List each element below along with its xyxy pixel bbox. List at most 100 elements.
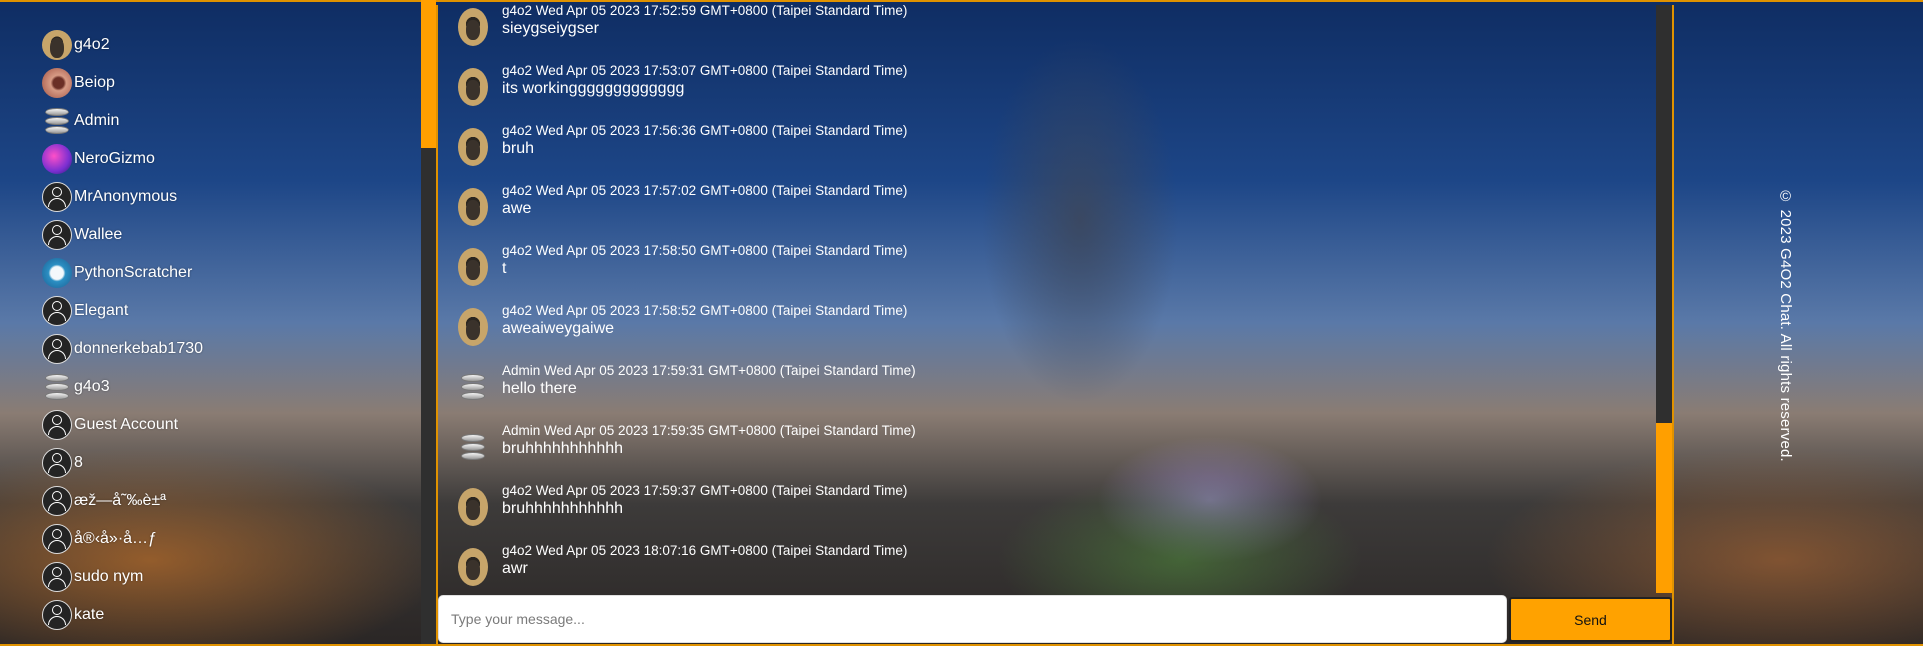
profile-photo-icon	[458, 308, 488, 346]
message-body: g4o2 Wed Apr 05 2023 17:57:02 GMT+0800 (…	[502, 183, 907, 219]
message-meta: g4o2 Wed Apr 05 2023 17:58:52 GMT+0800 (…	[502, 303, 908, 318]
user-sidebar: g4o2 Beiop Admin NeroGizmo MrAnonymous Wallee…	[0, 0, 421, 646]
user-name: g4o3	[74, 378, 110, 395]
message-meta: g4o2 Wed Apr 05 2023 17:56:36 GMT+0800 (…	[502, 123, 908, 138]
message-body: g4o2 Wed Apr 05 2023 17:58:52 GMT+0800 (…	[502, 303, 907, 339]
message-meta: Admin Wed Apr 05 2023 17:59:31 GMT+0800 …	[502, 363, 916, 378]
message-list: g4o2 Wed Apr 05 2023 17:52:59 GMT+0800 (…	[438, 5, 1658, 593]
database-icon	[42, 372, 72, 402]
profile-photo-icon	[458, 248, 488, 286]
profile-photo-icon	[458, 68, 488, 106]
chat-message: g4o2 Wed Apr 05 2023 17:58:52 GMT+0800 (…	[458, 303, 907, 346]
chat-panel: g4o2 Wed Apr 05 2023 17:52:59 GMT+0800 (…	[436, 5, 1674, 646]
user-name: æž—å˜‰è±ª	[74, 492, 167, 509]
user-name: Elegant	[74, 302, 129, 319]
user-list-item[interactable]: Guest Account	[42, 406, 203, 444]
user-name: MrAnonymous	[74, 188, 178, 205]
database-icon	[42, 106, 72, 136]
message-body: g4o2 Wed Apr 05 2023 17:52:59 GMT+0800 (…	[502, 5, 907, 39]
chat-message: Admin Wed Apr 05 2023 17:59:35 GMT+0800 …	[458, 423, 916, 466]
user-list-item[interactable]: Elegant	[42, 292, 203, 330]
chat-message: g4o2 Wed Apr 05 2023 17:57:02 GMT+0800 (…	[458, 183, 907, 226]
user-name: donnerkebab1730	[74, 340, 204, 357]
user-list-item[interactable]: Admin	[42, 102, 203, 140]
message-meta: g4o2 Wed Apr 05 2023 18:07:16 GMT+0800 (…	[502, 543, 908, 558]
profile-photo-icon	[42, 144, 72, 174]
message-meta: Admin Wed Apr 05 2023 17:59:35 GMT+0800 …	[502, 423, 916, 438]
user-list-item[interactable]: g4o2	[42, 26, 203, 64]
message-input[interactable]	[438, 595, 1507, 643]
message-text: bruh	[502, 140, 535, 157]
message-meta: g4o2 Wed Apr 05 2023 17:57:02 GMT+0800 (…	[502, 183, 908, 198]
user-name: PythonScratcher	[74, 264, 193, 281]
message-text: awe	[502, 200, 532, 217]
message-body: Admin Wed Apr 05 2023 17:59:31 GMT+0800 …	[502, 363, 916, 399]
chat-scrollbar-thumb[interactable]	[1656, 5, 1672, 423]
chat-message: g4o2 Wed Apr 05 2023 18:07:16 GMT+0800 (…	[458, 543, 907, 586]
user-list-item[interactable]: Beiop	[42, 64, 203, 102]
database-icon	[458, 428, 488, 466]
message-text: awr	[502, 560, 528, 577]
message-text: bruhhhhhhhhhhh	[502, 440, 624, 457]
message-body: g4o2 Wed Apr 05 2023 18:07:16 GMT+0800 (…	[502, 543, 907, 579]
user-list-item[interactable]: å®‹å»·å…ƒ	[42, 520, 203, 558]
user-name: 8	[74, 454, 83, 471]
message-body: g4o2 Wed Apr 05 2023 17:56:36 GMT+0800 (…	[502, 123, 907, 159]
message-text: bruhhhhhhhhhhh	[502, 500, 624, 517]
user-icon	[42, 448, 72, 478]
sidebar-scrollbar-thumb[interactable]	[421, 148, 436, 646]
message-text: hello there	[502, 380, 577, 397]
user-list-item[interactable]: æž—å˜‰è±ª	[42, 482, 203, 520]
user-name: NeroGizmo	[74, 150, 155, 167]
profile-photo-icon	[458, 488, 488, 526]
profile-photo-icon	[42, 68, 72, 98]
database-icon	[458, 368, 488, 406]
message-body: g4o2 Wed Apr 05 2023 17:59:37 GMT+0800 (…	[502, 483, 907, 519]
user-icon	[42, 334, 72, 364]
user-icon	[42, 296, 72, 326]
message-meta: g4o2 Wed Apr 05 2023 17:59:37 GMT+0800 (…	[502, 483, 908, 498]
message-text: t	[502, 260, 507, 277]
profile-photo-icon	[458, 128, 488, 166]
user-list-item[interactable]: donnerkebab1730	[42, 330, 203, 368]
user-list-item[interactable]: 8	[42, 444, 203, 482]
user-icon	[42, 562, 72, 592]
copyright-text: © 2023 G4O2 Chat. All rights reserved.	[1777, 188, 1794, 462]
user-name: Admin	[74, 112, 120, 129]
user-name: g4o2	[74, 36, 110, 53]
message-body: Admin Wed Apr 05 2023 17:59:35 GMT+0800 …	[502, 423, 916, 459]
profile-photo-icon	[458, 8, 488, 46]
user-list-item[interactable]: MrAnonymous	[42, 178, 203, 216]
user-list-item[interactable]: sudo nym	[42, 558, 203, 596]
user-name: kate	[74, 606, 105, 623]
chat-message: g4o2 Wed Apr 05 2023 17:58:50 GMT+0800 (…	[458, 243, 907, 286]
user-list-item[interactable]: g4o3	[42, 368, 203, 406]
message-meta: g4o2 Wed Apr 05 2023 17:52:59 GMT+0800 (…	[502, 5, 908, 18]
user-name: Guest Account	[74, 416, 179, 433]
logo-avatar-icon	[42, 258, 72, 288]
message-meta: g4o2 Wed Apr 05 2023 17:53:07 GMT+0800 (…	[502, 63, 908, 78]
profile-photo-icon	[42, 30, 72, 60]
chat-message: g4o2 Wed Apr 05 2023 17:56:36 GMT+0800 (…	[458, 123, 907, 166]
user-icon	[42, 410, 72, 440]
message-composer: Send	[438, 595, 1672, 644]
user-list-item[interactable]: PythonScratcher	[42, 254, 203, 292]
chat-message: g4o2 Wed Apr 05 2023 17:59:37 GMT+0800 (…	[458, 483, 907, 526]
message-body: g4o2 Wed Apr 05 2023 17:53:07 GMT+0800 (…	[502, 63, 907, 99]
user-list-item[interactable]: kate	[42, 596, 203, 634]
user-icon	[42, 220, 72, 250]
chat-message: g4o2 Wed Apr 05 2023 17:52:59 GMT+0800 (…	[458, 5, 907, 46]
user-icon	[42, 486, 72, 516]
profile-photo-icon	[458, 548, 488, 586]
send-button[interactable]: Send	[1509, 597, 1672, 642]
message-text: aweaiweygaiwe	[502, 320, 615, 337]
user-name: Beiop	[74, 74, 115, 91]
message-text: sieygseiygser	[502, 20, 599, 37]
message-text: its workinggggggggggggg	[502, 80, 685, 97]
user-list-item[interactable]: Wallee	[42, 216, 203, 254]
user-list-item[interactable]: NeroGizmo	[42, 140, 203, 178]
user-name: å®‹å»·å…ƒ	[74, 530, 157, 547]
user-name: sudo nym	[74, 568, 144, 585]
message-body: g4o2 Wed Apr 05 2023 17:58:50 GMT+0800 (…	[502, 243, 907, 279]
user-icon	[42, 600, 72, 630]
